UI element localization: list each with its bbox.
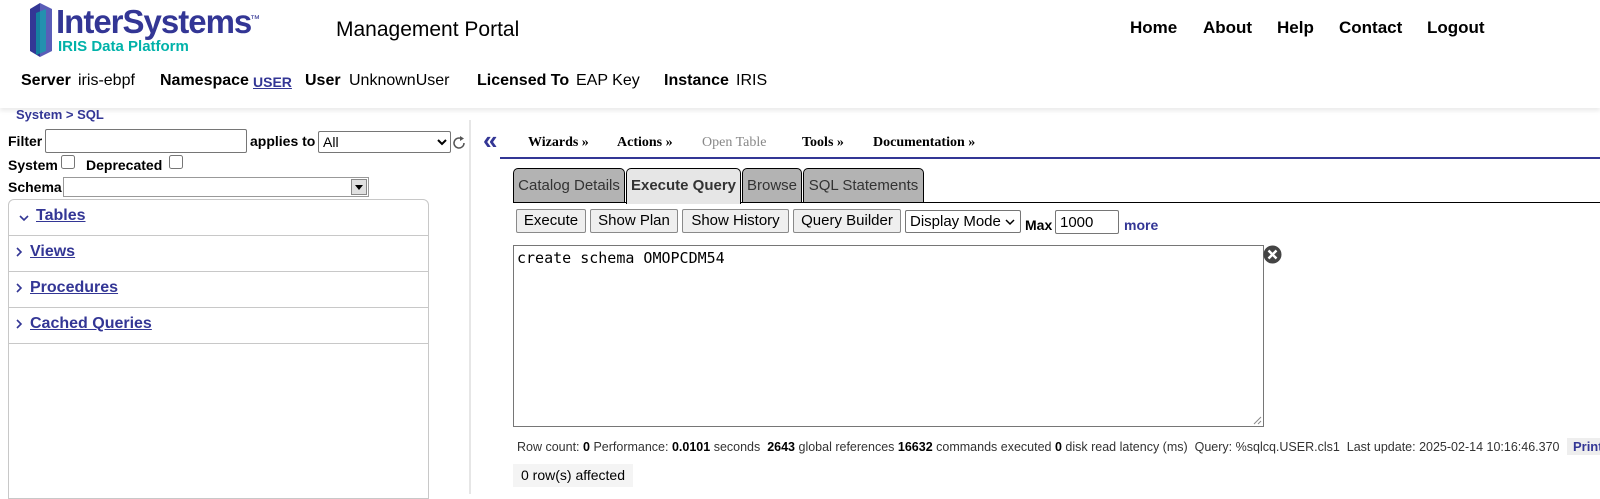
last-update-value: 2025-02-14 10:16:46.370 (1419, 440, 1560, 454)
more-link[interactable]: more (1124, 217, 1158, 233)
tree-item-tables[interactable]: Tables (9, 200, 429, 236)
system-checkbox[interactable] (61, 155, 75, 169)
filter-label: Filter (8, 133, 43, 149)
tab-browse[interactable]: Browse (742, 168, 802, 202)
collapse-panel-icon[interactable]: « (483, 127, 497, 153)
licensed-label: Licensed To (477, 72, 570, 89)
query-text: create schema OMOPCDM54 (517, 249, 725, 267)
brand-subtitle: IRIS Data Platform (58, 38, 189, 55)
instance-label: Instance (664, 72, 729, 89)
row-count-value: 0 (583, 440, 590, 454)
chevron-right-icon[interactable] (14, 281, 24, 297)
display-mode-select[interactable]: Display Mode (905, 210, 1021, 233)
tree-item-cached-queries[interactable]: Cached Queries (9, 308, 429, 344)
system-label: System (8, 157, 58, 173)
show-plan-button[interactable]: Show Plan (590, 209, 678, 233)
breadcrumb: System > SQL (16, 107, 104, 122)
menu-wizards[interactable]: Wizards » (528, 135, 589, 151)
server-value: iris-ebpf (78, 72, 135, 89)
chevron-right-icon[interactable] (14, 317, 24, 333)
applies-to-label: applies to (250, 133, 316, 149)
query-name-value: %sqlcq.USER.cls1 (1235, 440, 1340, 454)
latency-value: 0 (1054, 440, 1062, 454)
menu-tools[interactable]: Tools » (802, 135, 844, 151)
tree-link-cached-queries[interactable]: Cached Queries (30, 315, 152, 333)
nav-contact[interactable]: Contact (1339, 18, 1402, 38)
header: InterSystems ™ IRIS Data Platform Manage… (0, 0, 1600, 108)
row-count-label: Row count: (517, 440, 580, 454)
chevron-down-icon[interactable] (18, 210, 30, 226)
schema-tree-panel: Tables Views Procedures Cached Queries (8, 199, 429, 499)
filter-input[interactable] (45, 129, 247, 153)
menu-actions[interactable]: Actions » (617, 135, 673, 151)
clear-query-icon[interactable] (1263, 245, 1282, 264)
licensed-value: EAP Key (576, 72, 640, 89)
max-label: Max (1025, 217, 1053, 233)
toolbar-underline (500, 157, 1600, 159)
deprecated-checkbox[interactable] (169, 155, 183, 169)
schema-combobox[interactable] (63, 177, 369, 197)
query-name-label: Query: (1194, 440, 1233, 454)
latency-label: disk read latency (ms) (1065, 440, 1188, 454)
instance-value: IRIS (736, 72, 768, 89)
global-refs-label: global references (798, 440, 895, 454)
tab-execute-query[interactable]: Execute Query (626, 168, 741, 204)
print-button[interactable]: Print (1566, 438, 1600, 455)
execute-button[interactable]: Execute (516, 209, 586, 233)
commands-value: 16632 (897, 440, 933, 454)
namespace-link[interactable]: USER (253, 74, 292, 90)
show-history-button[interactable]: Show History (682, 209, 789, 233)
tree-link-tables[interactable]: Tables (36, 207, 86, 225)
chevron-down-icon (1005, 219, 1015, 226)
tree-item-procedures[interactable]: Procedures (9, 272, 429, 308)
query-textarea[interactable]: create schema OMOPCDM54 (513, 245, 1264, 427)
refresh-icon[interactable] (451, 135, 467, 151)
tab-catalog-details[interactable]: Catalog Details (513, 168, 625, 202)
tab-baseline-gap (627, 202, 740, 204)
global-refs-value: 2643 (767, 440, 796, 454)
breadcrumb-separator: > (65, 107, 74, 122)
resize-handle-icon[interactable] (1252, 415, 1262, 425)
performance-value: 0.0101 (671, 440, 711, 454)
nav-about[interactable]: About (1203, 18, 1252, 38)
menu-documentation[interactable]: Documentation » (873, 135, 975, 151)
last-update-label: Last update: (1346, 440, 1416, 454)
breadcrumb-system[interactable]: System (16, 107, 62, 122)
user-label: User (305, 72, 341, 89)
breadcrumb-sql[interactable]: SQL (77, 107, 104, 122)
applies-to-select[interactable]: All (318, 131, 451, 153)
nav-help[interactable]: Help (1277, 18, 1314, 38)
deprecated-label: Deprecated (86, 157, 163, 173)
portal-title: Management Portal (336, 18, 520, 41)
server-label: Server (21, 72, 71, 89)
seconds-label: seconds (713, 440, 761, 454)
schema-dropdown-icon[interactable] (351, 179, 367, 195)
brand-tm: ™ (250, 14, 260, 25)
tree-item-views[interactable]: Views (9, 236, 429, 272)
tree-link-views[interactable]: Views (30, 243, 75, 261)
menu-open-table: Open Table (702, 135, 767, 150)
tab-sql-statements[interactable]: SQL Statements (803, 168, 924, 202)
query-builder-button[interactable]: Query Builder (793, 209, 901, 233)
query-stats: Row count: 0 Performance: 0.0101 seconds… (517, 438, 1600, 455)
namespace-label: Namespace (160, 72, 249, 89)
nav-home[interactable]: Home (1130, 18, 1177, 38)
chevron-right-icon[interactable] (14, 245, 24, 261)
commands-label: commands executed (936, 440, 1052, 454)
user-value: UnknownUser (349, 72, 450, 89)
nav-logout[interactable]: Logout (1427, 18, 1485, 38)
panel-splitter[interactable] (469, 120, 471, 494)
performance-label: Performance: (593, 440, 669, 454)
display-mode-value: Display Mode (910, 213, 1001, 230)
brand-name: InterSystems (56, 3, 252, 40)
schema-label: Schema (8, 179, 62, 195)
intersystems-logo-icon (28, 3, 54, 57)
max-rows-input[interactable] (1055, 210, 1119, 234)
query-result: 0 row(s) affected (513, 464, 634, 487)
tree-link-procedures[interactable]: Procedures (30, 279, 118, 297)
